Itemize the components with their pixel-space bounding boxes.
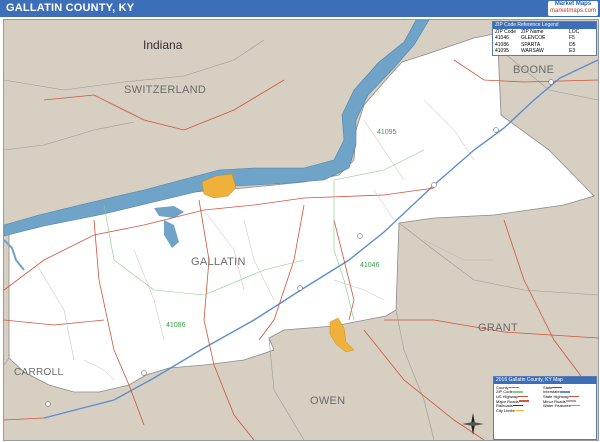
key-swatch — [512, 391, 523, 393]
north-arrow-icon — [462, 413, 484, 435]
key-label: Water Features — [543, 403, 571, 409]
legend-row: 41095 WARSAW E3 — [493, 48, 596, 55]
key-item: City Limits — [496, 408, 543, 413]
key-swatch — [518, 395, 529, 398]
key-swatch — [508, 386, 519, 389]
publisher-logo: Market Maps marketmaps.com — [548, 1, 598, 16]
map-key: 2016 Gallatin County, KY Map County State… — [493, 376, 597, 440]
map-title: GALLATIN COUNTY, KY — [6, 2, 135, 14]
key-swatch — [512, 404, 523, 407]
key-swatch — [552, 386, 563, 389]
label-boone: BOONE — [513, 64, 555, 76]
legend-name: WARSAW — [521, 48, 544, 54]
label-indiana: Indiana — [143, 38, 183, 52]
label-owen: OWEN — [310, 395, 346, 407]
zip-label-41046: 41046 — [360, 262, 380, 269]
key-item: Water Features — [543, 403, 590, 408]
key-label: City Limits — [496, 407, 515, 413]
key-swatch — [565, 400, 576, 402]
key-swatch — [559, 391, 570, 393]
logo-line-1: Market Maps — [554, 1, 592, 7]
label-grant: GRANT — [478, 322, 518, 334]
key-swatch — [518, 400, 529, 402]
title-bar: GALLATIN COUNTY, KY Market Maps marketma… — [0, 0, 600, 17]
key-title: 2016 Gallatin County, KY Map — [494, 377, 596, 384]
key-items: County State ZIP Code Interstate US Highway S… — [494, 384, 596, 413]
label-carroll: CARROLL — [14, 367, 64, 378]
label-gallatin: GALLATIN — [191, 256, 246, 268]
legend-zip: 41095 — [495, 48, 509, 54]
legend-loc: E3 — [569, 48, 576, 54]
key-swatch — [570, 404, 581, 407]
key-swatch — [568, 395, 579, 398]
zip-label-41095: 41095 — [377, 129, 397, 136]
label-switzerland: SWITZERLAND — [124, 84, 207, 96]
zip-label-41086: 41086 — [166, 322, 186, 329]
key-swatch — [514, 409, 525, 412]
zip-legend: ZIP Code Reference Legend ZIP Code ZIP N… — [492, 21, 597, 56]
logo-line-2: marketmaps.com — [549, 8, 596, 14]
